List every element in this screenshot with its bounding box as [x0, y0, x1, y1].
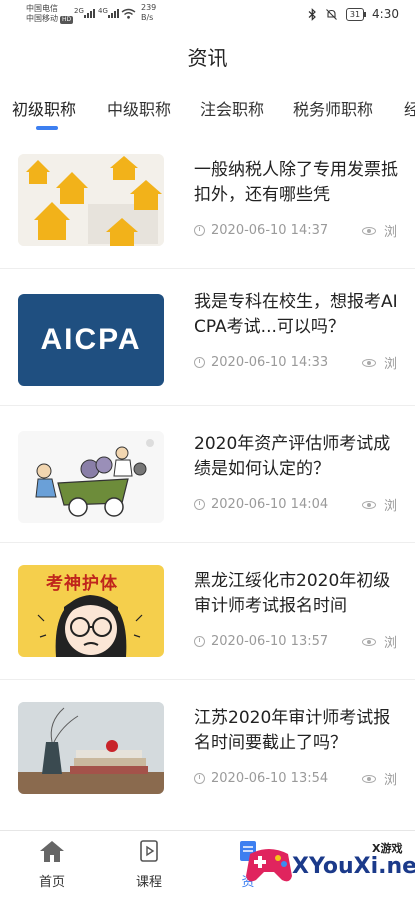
article-item[interactable]: 一般纳税人除了专用发票抵扣外，还有哪些凭 2020-06-10 14:37 浏 [0, 132, 415, 269]
course-icon [140, 840, 158, 862]
nav-course-label: 课程 [135, 875, 162, 890]
tab-junior[interactable]: 初级职称 [12, 96, 76, 120]
clock-icon [194, 499, 205, 510]
houses-icon [18, 154, 164, 246]
article-title[interactable]: 2020年资产评估师考试成绩是如何认定的？ [194, 432, 399, 482]
tab-more[interactable]: 经 [404, 96, 415, 120]
clock-icon [194, 357, 205, 368]
article-meta: 2020-06-10 14:37 浏 [194, 223, 404, 240]
eye-icon [362, 774, 376, 783]
page-title: 资讯 [187, 46, 228, 70]
article-title[interactable]: 我是专科在校生，想报考AICPA考试...可以吗？ [194, 290, 399, 340]
views-label: 浏 [384, 636, 398, 651]
hd-badge: HD [60, 16, 74, 24]
status-right: 31 4:30 [308, 7, 399, 21]
article-meta: 2020-06-10 14:04 浏 [194, 497, 404, 514]
nav-course[interactable]: 课程 [114, 839, 184, 890]
header: 资讯 [0, 32, 415, 84]
active-tab-indicator [36, 126, 58, 130]
net-speed-unit: B/s [141, 13, 154, 22]
tab-tax-agent[interactable]: 税务师职称 [293, 96, 373, 120]
article-date: 2020-06-10 14:37 [211, 223, 329, 238]
article-thumbnail-cart[interactable] [18, 431, 164, 523]
bluetooth-icon [308, 7, 316, 21]
article-meta: 2020-06-10 13:54 浏 [194, 771, 404, 788]
article-meta: 2020-06-10 13:57 浏 [194, 634, 404, 651]
site-watermark: XYouXi.net X游戏 [244, 832, 415, 894]
views-label: 浏 [384, 225, 398, 240]
article-item[interactable]: 考神护体 黑龙江绥化市2020年初级审计师考试报名时间 2020-06-10 1… [0, 543, 415, 680]
tab-cpa[interactable]: 注会职称 [200, 96, 264, 120]
carrier-2: 中国移动 [26, 14, 58, 23]
gamepad-logo-icon [246, 849, 292, 882]
books-photo-icon [18, 702, 164, 794]
article-date: 2020-06-10 14:04 [211, 497, 329, 512]
wifi-icon [121, 8, 136, 19]
article-date: 2020-06-10 13:54 [211, 771, 329, 786]
clock-icon [194, 636, 205, 647]
article-item[interactable]: 2020年资产评估师考试成绩是如何认定的？ 2020-06-10 14:04 浏 [0, 406, 415, 543]
article-thumbnail-aicpa[interactable]: AICPA [18, 294, 164, 386]
views-label: 浏 [384, 357, 398, 372]
clock-icon [194, 225, 205, 236]
watermark-small: X游戏 [372, 842, 403, 855]
signal-type-1: 2G [74, 7, 84, 15]
watermark-text: XYouXi.net [292, 854, 415, 879]
article-item[interactable]: AICPA 我是专科在校生，想报考AICPA考试...可以吗？ 2020-06-… [0, 269, 415, 406]
article-date: 2020-06-10 13:57 [211, 634, 329, 649]
views-label: 浏 [384, 499, 398, 514]
eye-icon [362, 358, 376, 367]
article-item[interactable]: 江苏2020年审计师考试报名时间要截止了吗？ 2020-06-10 13:54 … [0, 680, 415, 816]
status-bar: 中国电信 中国移动 HD 2G 4G 239 B/s 31 4:30 [0, 0, 415, 32]
article-date: 2020-06-10 14:33 [211, 355, 329, 370]
clock: 4:30 [372, 7, 399, 21]
carrier-info: 中国电信 中国移动 HD [26, 4, 74, 24]
carrier-1: 中国电信 [26, 4, 58, 13]
aicpa-logo: AICPA [40, 323, 142, 356]
mute-bell-icon [325, 8, 337, 20]
signal-type-2: 4G [98, 7, 108, 15]
views-label: 浏 [384, 773, 398, 788]
net-speed-value: 239 [141, 3, 157, 12]
nav-home-label: 首页 [38, 875, 65, 890]
article-title[interactable]: 江苏2020年审计师考试报名时间要截止了吗？ [194, 706, 399, 756]
eye-icon [362, 500, 376, 509]
eye-icon [362, 226, 376, 235]
signal-bars-1-icon [84, 9, 95, 18]
article-thumbnail-exam-girl[interactable]: 考神护体 [18, 565, 164, 657]
eye-icon [362, 637, 376, 646]
tab-intermediate[interactable]: 中级职称 [107, 96, 171, 120]
article-meta: 2020-06-10 14:33 浏 [194, 355, 404, 372]
nav-home[interactable]: 首页 [17, 839, 87, 890]
article-thumbnail-books[interactable] [18, 702, 164, 794]
home-icon [40, 841, 64, 862]
clock-icon [194, 773, 205, 784]
article-title[interactable]: 黑龙江绥化市2020年初级审计师考试报名时间 [194, 569, 399, 619]
battery-icon: 31 [345, 7, 367, 21]
article-title[interactable]: 一般纳税人除了专用发票抵扣外，还有哪些凭 [194, 158, 399, 208]
cart-cartoon-icon [18, 431, 164, 523]
category-tabs: 初级职称 中级职称 注会职称 税务师职称 经 [0, 86, 415, 132]
article-list: 一般纳税人除了专用发票抵扣外，还有哪些凭 2020-06-10 14:37 浏 … [0, 132, 415, 816]
signal-bars-2-icon [108, 9, 119, 18]
exam-girl-cartoon-icon [37, 595, 143, 657]
article-thumbnail-houses[interactable] [18, 154, 164, 246]
net-speed: 239 B/s [141, 3, 156, 23]
